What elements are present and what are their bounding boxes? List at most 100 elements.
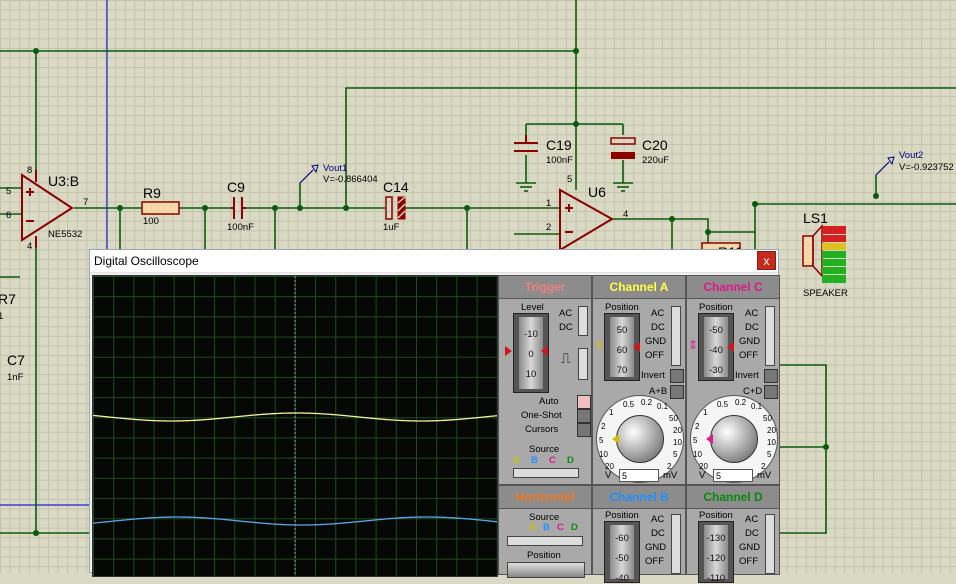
channel-b-position-label: Position bbox=[605, 510, 639, 521]
channel-a-coupling-switch[interactable] bbox=[671, 306, 681, 366]
auto-button[interactable] bbox=[577, 395, 591, 409]
channel-c-invert-button[interactable] bbox=[764, 369, 778, 383]
trigger-ac-label: AC bbox=[559, 308, 573, 319]
channel-d-section: Channel D Position -130 -120 -110 AC DC … bbox=[686, 485, 780, 584]
channel-a-dial-7: 20 bbox=[673, 426, 682, 435]
trigger-tick-1: -10 bbox=[524, 329, 538, 340]
channel-c-gnd: GND bbox=[739, 336, 761, 347]
oscilloscope-titlebar[interactable]: Digital Oscilloscope x bbox=[90, 250, 778, 273]
channel-c-section: Channel C Position -50 -40 -30 ⇕ AC DC G… bbox=[686, 275, 780, 485]
channel-b-coupling-switch[interactable] bbox=[671, 514, 681, 574]
channel-a-position-label: Position bbox=[605, 302, 639, 313]
channel-c-sum-button[interactable] bbox=[764, 385, 778, 399]
channel-a-scale-knob[interactable] bbox=[616, 415, 664, 463]
channel-c-dial-7: 20 bbox=[767, 426, 776, 435]
horizontal-position-slider[interactable] bbox=[507, 562, 585, 578]
u3b-pin-inn: 6 bbox=[6, 210, 11, 221]
auto-label: Auto bbox=[539, 396, 559, 407]
trigger-source-c: C bbox=[549, 455, 556, 466]
channel-d-position-knob[interactable]: -130 -120 -110 bbox=[698, 521, 734, 584]
c20-ref: C20 bbox=[642, 137, 668, 153]
u3b-ref: U3:B bbox=[48, 173, 79, 189]
r9-ref: R9 bbox=[143, 185, 161, 201]
channel-c-scale-field[interactable]: 5 bbox=[713, 469, 753, 482]
c7-ref: C7 bbox=[7, 352, 25, 368]
channel-c-tick-1: -50 bbox=[709, 325, 723, 336]
channel-d-ac: AC bbox=[745, 514, 759, 525]
channel-b-section: Channel B Position -60 -50 -40 AC DC GND… bbox=[592, 485, 686, 584]
u3b-type: NE5532 bbox=[48, 229, 82, 240]
trigger-level-label: Level bbox=[521, 302, 544, 313]
horizontal-source-b: B bbox=[543, 522, 550, 533]
channel-c-ac: AC bbox=[745, 308, 759, 319]
channel-c-unit-mv: mV bbox=[757, 470, 772, 481]
channel-a-invert-button[interactable] bbox=[670, 369, 684, 383]
trigger-section: Trigger Level -10 0 10 AC DC ⎍ Auto One-… bbox=[498, 275, 592, 485]
u3b-pin-top: 8 bbox=[27, 165, 32, 176]
channel-c-position-marker bbox=[727, 342, 734, 352]
trigger-source-slider[interactable] bbox=[513, 468, 579, 478]
horizontal-source-d: D bbox=[571, 522, 578, 533]
c7-value: 1nF bbox=[7, 372, 24, 383]
close-button[interactable]: x bbox=[757, 251, 776, 270]
channel-c-position-label: Position bbox=[699, 302, 733, 313]
horizontal-title: Horizontal bbox=[499, 486, 591, 509]
c19-ref: C19 bbox=[546, 137, 572, 153]
channel-d-coupling-switch[interactable] bbox=[765, 514, 775, 574]
cursors-button[interactable] bbox=[577, 423, 591, 437]
channel-b-tick-2: -50 bbox=[615, 553, 629, 564]
oscilloscope-window[interactable]: Digital Oscilloscope x Trigger Level -10… bbox=[89, 249, 780, 584]
channel-c-dial-6: 2 bbox=[695, 422, 700, 431]
c9-value: 100nF bbox=[227, 222, 254, 233]
channel-c-dial-5: 50 bbox=[763, 414, 772, 423]
trigger-tick-2: 0 bbox=[528, 349, 534, 360]
oscilloscope-title: Digital Oscilloscope bbox=[94, 254, 199, 268]
oneshot-button[interactable] bbox=[577, 409, 591, 423]
channel-a-position-marker-icon: ⇕ bbox=[594, 338, 605, 352]
channel-c-dial-1: 0.5 bbox=[717, 400, 729, 409]
r7-value: 1 bbox=[0, 311, 3, 322]
channel-a-invert-label: Invert bbox=[641, 370, 665, 381]
channel-c-off: OFF bbox=[739, 350, 758, 361]
channel-a-dial-4: 1 bbox=[609, 408, 614, 417]
channel-a-scale-marker bbox=[612, 434, 619, 444]
ls1-type: SPEAKER bbox=[803, 288, 848, 299]
channel-a-sum-label: A+B bbox=[649, 386, 668, 397]
c19-value: 100nF bbox=[546, 155, 573, 166]
channel-b-position-knob[interactable]: -60 -50 -40 bbox=[604, 521, 640, 584]
channel-c-dial-11: 5 bbox=[767, 450, 772, 459]
channel-c-tick-2: -40 bbox=[709, 345, 723, 356]
channel-a-sum-button[interactable] bbox=[670, 385, 684, 399]
channel-b-tick-1: -60 bbox=[615, 533, 629, 544]
channel-a-tick-2: 60 bbox=[616, 345, 628, 356]
edge-icon: ⎍ bbox=[561, 350, 571, 366]
scope-display bbox=[92, 275, 498, 577]
u3b-pin-inp: 5 bbox=[6, 186, 11, 197]
channel-c-dc: DC bbox=[745, 322, 759, 333]
channel-a-tick-3: 70 bbox=[616, 365, 628, 376]
ls1-ref: LS1 bbox=[803, 210, 828, 226]
horizontal-source-slider[interactable] bbox=[507, 536, 583, 546]
channel-c-scale-knob[interactable] bbox=[710, 415, 758, 463]
trigger-coupling-switch[interactable] bbox=[578, 306, 588, 336]
channel-c-scale-marker bbox=[706, 434, 713, 444]
trigger-edge-switch[interactable] bbox=[578, 348, 588, 380]
trigger-dc-label: DC bbox=[559, 322, 573, 333]
u6-pin-inn: 2 bbox=[546, 222, 551, 233]
trigger-source-b: B bbox=[531, 455, 538, 466]
channel-c-coupling-switch[interactable] bbox=[765, 306, 775, 366]
channel-a-dial-11: 5 bbox=[673, 450, 678, 459]
channel-a-gnd: GND bbox=[645, 336, 667, 347]
channel-a-tick-1: 50 bbox=[616, 325, 628, 336]
channel-a-unit-mv: mV bbox=[663, 470, 678, 481]
channel-a-dial-2: 0.2 bbox=[641, 398, 653, 407]
channel-c-unit-v: V bbox=[699, 470, 706, 481]
channel-c-dial-3: 0.1 bbox=[751, 402, 763, 411]
channel-a-scale-field[interactable]: 5 bbox=[619, 469, 659, 482]
cursors-label: Cursors bbox=[525, 424, 559, 435]
u6-pin-inp: 1 bbox=[546, 198, 551, 209]
c14-value: 1uF bbox=[383, 222, 400, 233]
horizontal-position-label: Position bbox=[527, 550, 561, 561]
channel-c-invert-label: Invert bbox=[735, 370, 759, 381]
channel-b-gnd: GND bbox=[645, 542, 667, 553]
